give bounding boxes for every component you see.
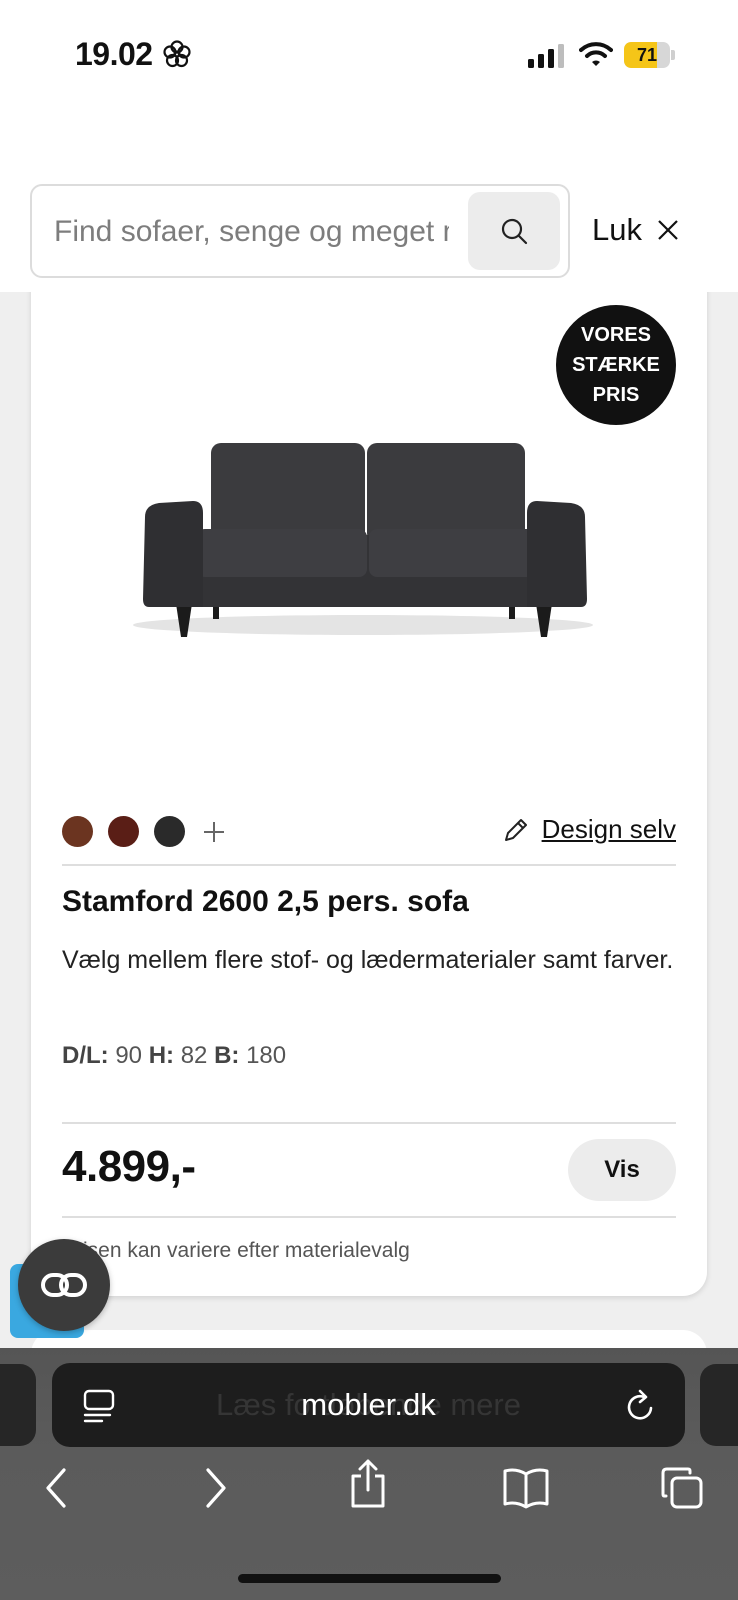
divider [62, 1216, 676, 1218]
wifi-icon [579, 42, 613, 66]
badge-line-1: VORES [580, 324, 652, 346]
swatch-brown[interactable] [62, 816, 93, 847]
color-swatches [62, 816, 226, 847]
badge-line-3: PRIS [592, 384, 640, 406]
design-selv-link[interactable]: Design selv [502, 814, 676, 845]
share-icon[interactable] [348, 1458, 388, 1510]
previous-tab[interactable] [0, 1364, 36, 1446]
product-price: 4.899,- [62, 1142, 196, 1191]
tabs-icon[interactable] [660, 1466, 704, 1510]
signal-icon [528, 44, 564, 68]
swatch-dark-red[interactable] [108, 816, 139, 847]
back-icon[interactable] [40, 1466, 74, 1510]
close-label: Luk [592, 212, 642, 247]
forward-icon[interactable] [198, 1466, 232, 1510]
home-indicator[interactable] [238, 1574, 501, 1583]
bookmarks-icon[interactable] [502, 1466, 550, 1510]
close-icon [658, 220, 678, 240]
chat-button[interactable] [18, 1239, 110, 1331]
close-search-button[interactable]: Luk [592, 208, 680, 252]
divider [62, 864, 676, 866]
reload-icon[interactable] [624, 1389, 656, 1423]
price-note: Prisen kan variere efter materialevalg [62, 1239, 410, 1262]
battery-icon: 71 [624, 42, 675, 68]
next-tab[interactable] [700, 1364, 738, 1446]
product-description: Vælg mellem flere stof- og lædermaterial… [62, 946, 674, 974]
address-bar[interactable]: Læs fortløbende mere mobler.dk [52, 1363, 685, 1447]
badge-line-2: STÆRKE [572, 354, 660, 376]
vis-button[interactable]: Vis [568, 1139, 676, 1201]
chat-icon [41, 1273, 87, 1297]
search-input[interactable] [54, 204, 449, 260]
product-dimensions: D/L: 90 H: 82 B: 180 [62, 1042, 287, 1069]
browser-toolbar: Læs fortløbende mere mobler.dk [0, 1348, 738, 1600]
pencil-icon [504, 818, 527, 841]
status-bar: 19.02 71 [0, 0, 738, 110]
search-icon [501, 218, 528, 245]
search-header: Luk [0, 110, 738, 292]
search-field[interactable] [30, 184, 570, 278]
strong-price-badge: VORES STÆRKE PRIS [556, 305, 676, 425]
plus-icon[interactable] [202, 820, 226, 844]
swatch-charcoal[interactable] [154, 816, 185, 847]
battery-level: 71 [636, 45, 658, 65]
flower-icon [163, 40, 191, 68]
product-image[interactable] [123, 425, 603, 645]
url-text[interactable]: mobler.dk [52, 1363, 685, 1447]
status-time: 19.02 [75, 36, 153, 72]
browser-nav [0, 1459, 738, 1526]
product-card[interactable]: VORES STÆRKE PRIS Design selv Stamford 2… [31, 270, 707, 1296]
product-title[interactable]: Stamford 2600 2,5 pers. sofa [62, 885, 469, 919]
search-button[interactable] [468, 192, 560, 270]
design-selv-label: Design selv [541, 814, 676, 844]
divider [62, 1122, 676, 1124]
